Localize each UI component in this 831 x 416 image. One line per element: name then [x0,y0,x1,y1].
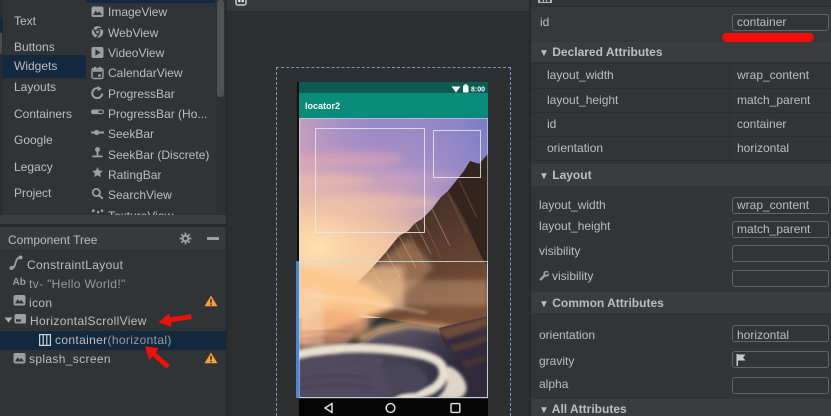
svg-text:8:00: 8:00 [471,86,485,93]
svg-text:Ab: Ab [13,277,26,288]
